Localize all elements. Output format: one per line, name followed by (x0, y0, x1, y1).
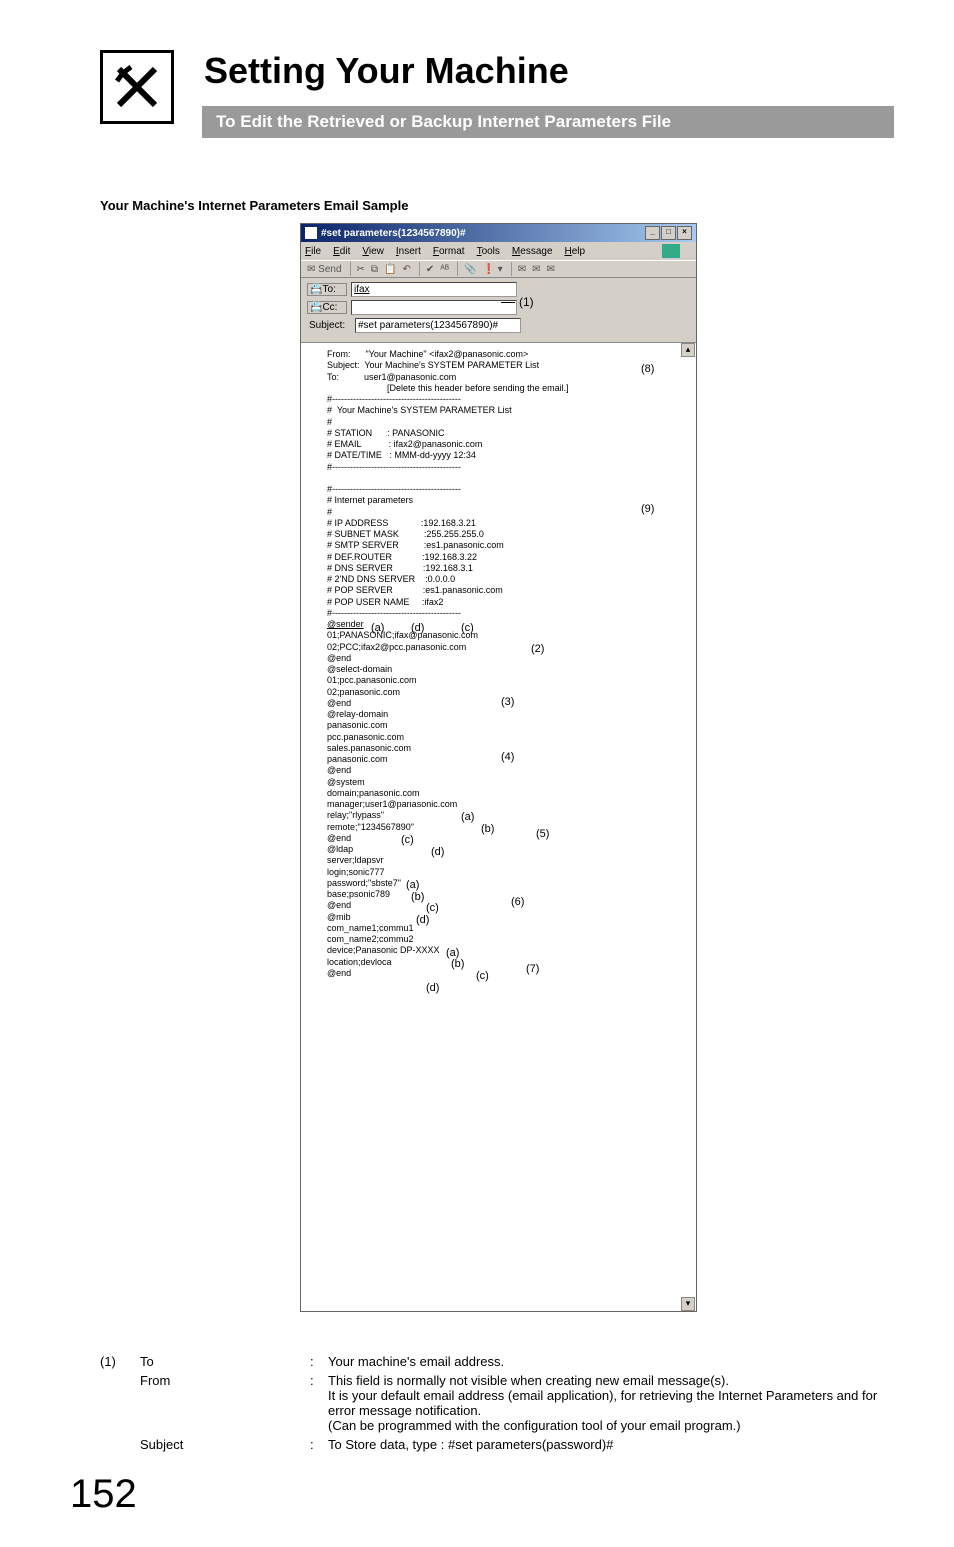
menu-insert[interactable]: Insert (396, 246, 421, 257)
callout-mib-b: (b) (451, 958, 464, 972)
desc-subject-text: To Store data, type : #set parameters(pa… (328, 1437, 894, 1452)
priority-icon[interactable]: ❗ ▾ (480, 263, 504, 276)
desc-num-1: (1) (100, 1354, 140, 1369)
callout-6: (6) (511, 896, 524, 910)
desc-to-label: To (140, 1354, 310, 1369)
page-title: Setting Your Machine (204, 50, 894, 92)
window-title-bar: #set parameters(1234567890)# _□× (301, 224, 696, 242)
attach-icon[interactable]: 📎 (462, 263, 478, 276)
menu-view[interactable]: View (362, 246, 384, 257)
paste-icon[interactable]: 📋 (382, 263, 398, 276)
maximize-button[interactable]: □ (661, 226, 676, 240)
cc-button[interactable]: 📇 Cc: (307, 301, 347, 314)
toolbar: ✉ Send ✂ ⧉ 📋 ↶ ✔ ᴬᴮ 📎 ❗ ▾ ✉ ✉ ✉ (301, 260, 696, 278)
menu-format[interactable]: Format (433, 246, 465, 257)
to-field[interactable] (351, 282, 517, 297)
callout-sender-a: (a) (371, 622, 384, 636)
callout-mib-d: (d) (426, 982, 439, 996)
desc-subject-label: Subject (140, 1437, 310, 1452)
description-section: (1) To : Your machine's email address. F… (100, 1354, 894, 1452)
subject-label: Subject: (307, 320, 351, 331)
callout-9: (9) (641, 503, 654, 517)
section-label: Your Machine's Internet Parameters Email… (100, 198, 894, 213)
page-number: 152 (70, 1472, 894, 1517)
callout-sender-c: (c) (461, 622, 474, 636)
desc-colon: : (310, 1354, 328, 1369)
subject-field[interactable] (355, 318, 521, 333)
desc-to-text: Your machine's email address. (328, 1354, 894, 1369)
callout-mib-c: (c) (476, 970, 489, 984)
menu-help[interactable]: Help (565, 246, 586, 257)
copy-icon[interactable]: ⧉ (369, 263, 380, 276)
desc-colon: : (310, 1373, 328, 1388)
callout-3: (3) (501, 696, 514, 710)
window-title: #set parameters(1234567890)# (321, 228, 466, 239)
callout-sender-d: (d) (411, 622, 424, 636)
email-body[interactable]: From: "Your Machine" <ifax2@panasonic.co… (301, 342, 696, 1311)
close-button[interactable]: × (677, 226, 692, 240)
callout-1: (1) (519, 295, 534, 309)
menu-edit[interactable]: Edit (333, 246, 350, 257)
desc-from-text: This field is normally not visible when … (328, 1373, 894, 1433)
menu-file[interactable]: File (305, 246, 321, 257)
spell-icon[interactable]: ᴬᴮ (438, 263, 451, 276)
callout-4: (4) (501, 751, 514, 765)
scroll-up-icon[interactable]: ▴ (681, 343, 695, 357)
callout-sys-c: (c) (401, 834, 414, 848)
sign-icon[interactable]: ✉ (516, 263, 528, 276)
callout-ldap-d: (d) (416, 914, 429, 928)
app-icon (305, 227, 317, 239)
offline-icon[interactable]: ✉ (544, 263, 556, 276)
callout-sys-d: (d) (431, 846, 444, 860)
undo-icon[interactable]: ↶ (401, 263, 413, 276)
callout-7: (7) (526, 963, 539, 977)
cc-field[interactable] (351, 300, 517, 315)
desc-colon: : (310, 1437, 328, 1452)
callout-5: (5) (536, 828, 549, 842)
callout-8: (8) (641, 363, 654, 377)
encrypt-icon[interactable]: ✉ (530, 263, 542, 276)
cut-icon[interactable]: ✂ (355, 263, 367, 276)
oe-logo-icon (662, 244, 680, 258)
callout-ldap-b: (b) (411, 891, 424, 905)
check-icon[interactable]: ✔ (424, 263, 436, 276)
desc-from-label: From (140, 1373, 310, 1388)
page-subtitle: To Edit the Retrieved or Backup Internet… (202, 106, 894, 138)
minimize-button[interactable]: _ (645, 226, 660, 240)
machine-icon (100, 50, 174, 124)
callout-sys-b: (b) (481, 823, 494, 837)
to-button[interactable]: 📇 To: (307, 283, 347, 296)
send-button[interactable]: ✉ Send (305, 263, 344, 276)
scroll-down-icon[interactable]: ▾ (681, 1297, 695, 1311)
menu-tools[interactable]: Tools (477, 246, 500, 257)
menu-message[interactable]: Message (512, 246, 553, 257)
callout-2: (2) (531, 643, 544, 657)
menu-bar: File Edit View Insert Format Tools Messa… (301, 242, 696, 260)
callout-sys-a: (a) (461, 811, 474, 825)
email-window: #set parameters(1234567890)# _□× File Ed… (300, 223, 697, 1312)
